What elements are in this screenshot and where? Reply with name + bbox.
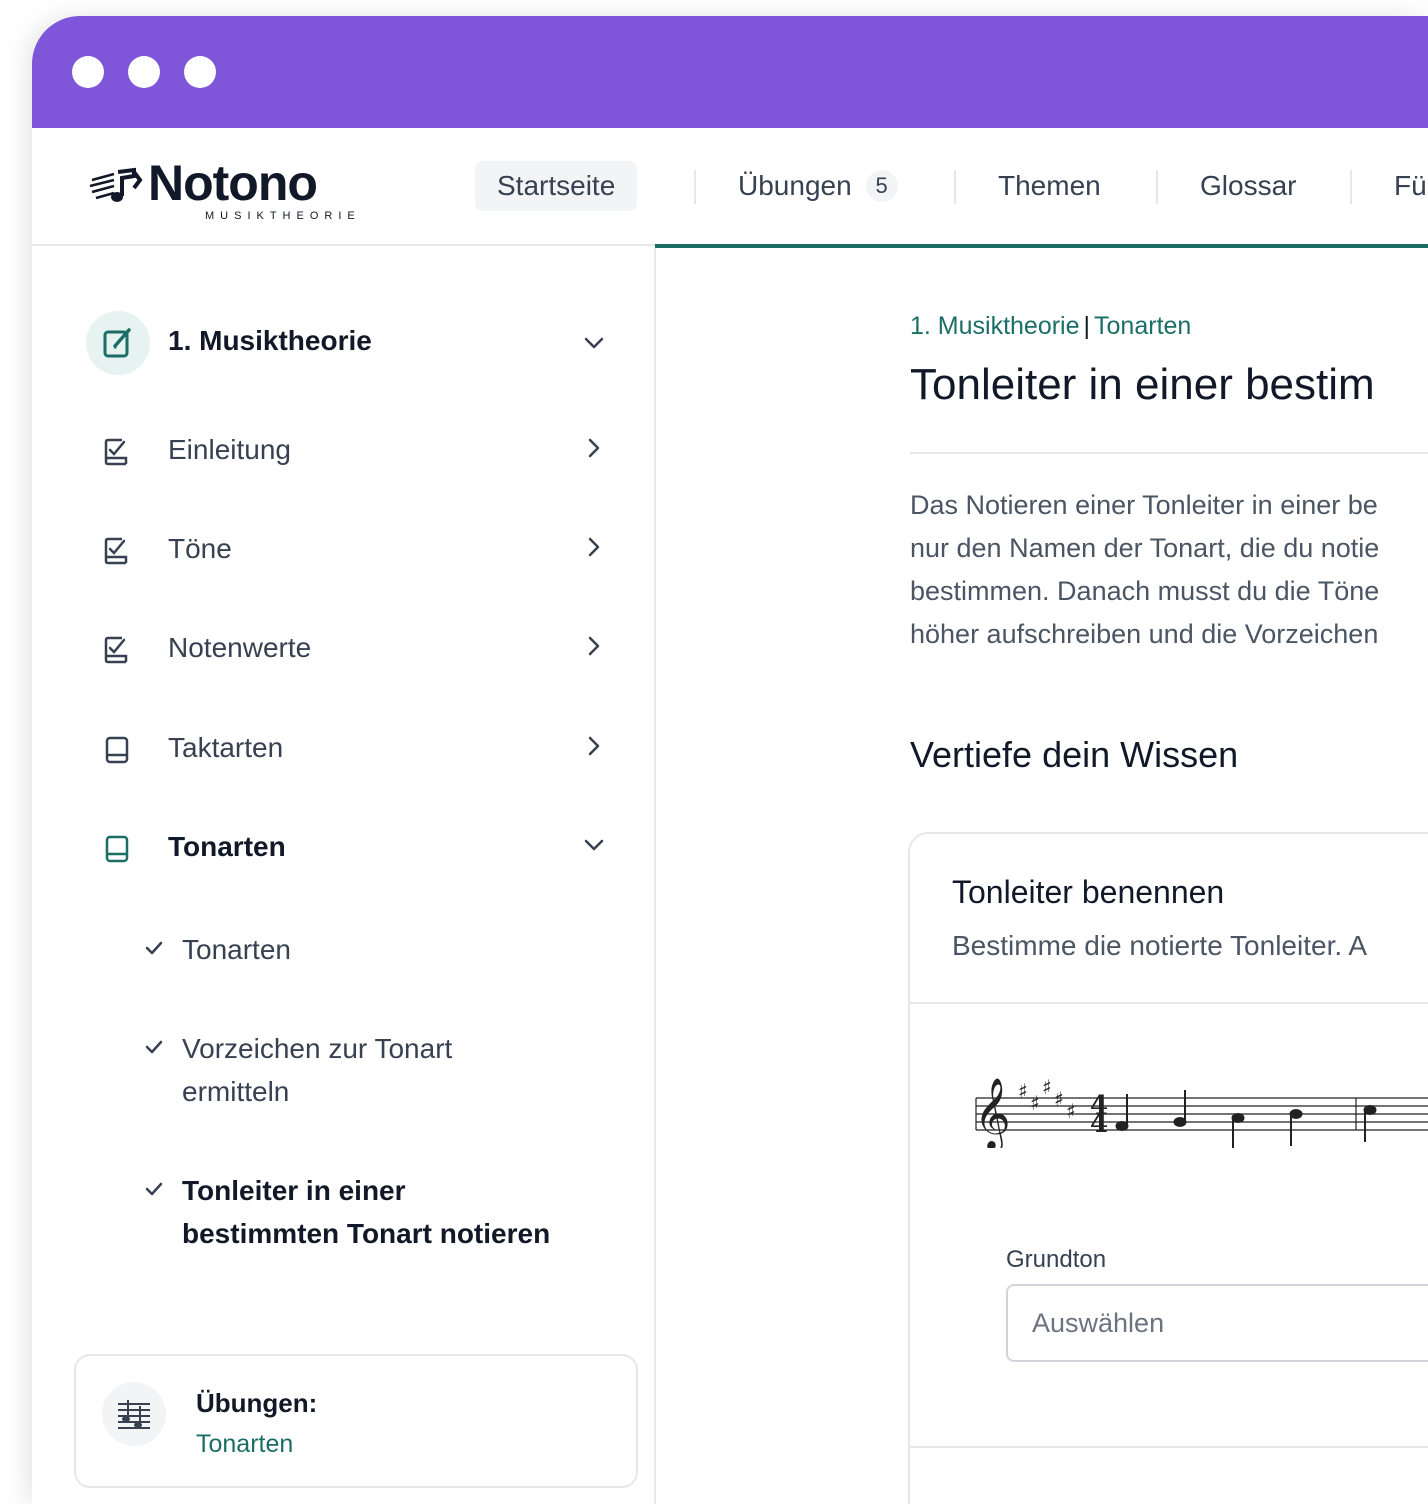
svg-text:♯: ♯ <box>1030 1091 1040 1115</box>
breadcrumb-tonarten[interactable]: Tonarten <box>1094 312 1191 340</box>
svg-text:♯: ♯ <box>1054 1087 1064 1111</box>
nav-label: Fü <box>1394 170 1427 201</box>
edit-icon <box>86 311 150 375</box>
main-content: 1. Musiktheorie | Tonarten Tonleiter in ei… <box>658 248 1428 1504</box>
exercise-card: Tonleiter benennen Bestimme die notierte… <box>908 832 1428 1504</box>
music-note-logo-icon <box>89 167 143 202</box>
paragraph-line: Das Notieren einer Tonleiter in einer be <box>910 490 1378 520</box>
sidebar-subitem-label: Tonleiter in einer bestimmten Tonart not… <box>182 1175 551 1249</box>
divider <box>910 1446 1428 1448</box>
sidebar: 1. Musiktheorie Einleitung Töne Notenwer… <box>32 248 656 1504</box>
logo-tagline: MUSIKTHEORIE <box>205 210 361 222</box>
time-signature: 44 <box>1090 1091 1108 1139</box>
svg-text:♯: ♯ <box>1018 1079 1028 1103</box>
chevron-right-icon <box>588 636 600 656</box>
key-signature-sharps: ♯ ♯♯ ♯ ♯ <box>1018 1075 1076 1123</box>
page-title: Tonleiter in einer bestim <box>910 360 1375 409</box>
window-dot-minimize[interactable] <box>128 56 160 88</box>
grundton-label: Grundton <box>1006 1246 1107 1273</box>
top-navigation: Notono MUSIKTHEORIE Startseite Übungen 5… <box>32 128 1428 246</box>
nav-startseite[interactable]: Startseite <box>475 161 638 211</box>
sidebar-item-label: Notenwerte <box>168 632 312 663</box>
scale-notes <box>1115 1090 1377 1148</box>
nav-uebungen[interactable]: Übungen 5 <box>716 161 920 211</box>
paragraph-line: höher aufschreiben und die Vorzeichen <box>910 619 1379 649</box>
sidebar-item-label: Töne <box>168 533 232 564</box>
breadcrumb: 1. Musiktheorie | Tonarten <box>910 312 1191 341</box>
nav-label: Startseite <box>497 170 616 201</box>
exercise-count-badge: 5 <box>865 170 898 202</box>
sidebar-section-title: 1. Musiktheorie <box>168 325 372 356</box>
paragraph-line: bestimmen. Danach musst du die Töne <box>910 576 1380 606</box>
nav-label: Glossar <box>1200 170 1297 201</box>
checklist-icon <box>104 636 128 664</box>
exercise-instruction: Bestimme die notierte Tonleiter. A <box>952 930 1368 961</box>
divider <box>910 1002 1428 1004</box>
checklist-icon <box>104 438 128 466</box>
sidebar-item-label: Einleitung <box>168 434 291 465</box>
sidebar-section-musiktheorie[interactable]: 1. Musiktheorie <box>86 311 606 375</box>
window-titlebar <box>32 16 1428 128</box>
staff-notes-icon <box>102 1382 166 1446</box>
paragraph-line: nur den Namen der Tonart, die du notie <box>910 533 1380 563</box>
window-dot-maximize[interactable] <box>184 56 216 88</box>
sidebar-item-tonarten[interactable]: Tonarten <box>102 825 606 875</box>
chevron-right-icon <box>588 736 600 756</box>
checklist-icon <box>104 537 128 565</box>
nav-more[interactable]: Fü <box>1372 161 1428 211</box>
check-icon <box>145 1040 163 1054</box>
exercise-link-card[interactable]: Übungen: Tonarten <box>74 1354 638 1488</box>
grundton-select[interactable]: Auswählen <box>1006 1284 1428 1362</box>
nav-label: Themen <box>998 170 1101 201</box>
sidebar-item-label: Tonarten <box>168 831 286 862</box>
nav-glossar[interactable]: Glossar <box>1178 161 1318 211</box>
nav-label: Übungen <box>738 170 852 201</box>
chevron-down-icon <box>584 839 604 851</box>
sidebar-subitem-label: Tonarten <box>182 934 291 965</box>
book-icon <box>105 736 129 764</box>
divider <box>910 452 1428 454</box>
browser-window: Notono MUSIKTHEORIE Startseite Übungen 5… <box>32 16 1428 1504</box>
svg-text:♯: ♯ <box>1066 1099 1076 1123</box>
nav-divider <box>954 170 956 204</box>
intro-paragraph: Das Notieren einer Tonleiter in einer be… <box>910 484 1428 656</box>
nav-divider <box>1156 170 1158 204</box>
breadcrumb-musiktheorie[interactable]: 1. Musiktheorie <box>910 312 1080 340</box>
section-heading: Vertiefe dein Wissen <box>910 734 1239 775</box>
sidebar-item-toene[interactable]: Töne <box>102 527 606 577</box>
select-placeholder: Auswählen <box>1032 1308 1165 1338</box>
chevron-right-icon <box>588 537 600 557</box>
chevron-down-icon <box>584 337 604 349</box>
book-icon <box>105 835 129 863</box>
breadcrumb-separator: | <box>1083 312 1091 340</box>
nav-themen[interactable]: Themen <box>976 161 1123 211</box>
sidebar-item-taktarten[interactable]: Taktarten <box>102 726 606 776</box>
sidebar-item-einleitung[interactable]: Einleitung <box>102 428 606 478</box>
logo-name: Notono <box>148 155 318 211</box>
check-icon <box>145 941 163 955</box>
window-dot-close[interactable] <box>72 56 104 88</box>
svg-text:♯: ♯ <box>1042 1075 1052 1099</box>
exercise-card-subtitle: Tonarten <box>196 1430 294 1458</box>
exercise-title: Tonleiter benennen <box>952 874 1225 910</box>
sidebar-subitem-label: Vorzeichen zur Tonart ermitteln <box>182 1033 453 1107</box>
nav-divider <box>1350 170 1352 204</box>
check-icon <box>145 1182 163 1196</box>
treble-clef-icon: 𝄞 <box>974 1076 1011 1148</box>
sidebar-item-notenwerte[interactable]: Notenwerte <box>102 626 606 676</box>
logo[interactable]: Notono MUSIKTHEORIE <box>88 154 355 222</box>
exercise-card-title: Übungen: <box>196 1388 318 1418</box>
music-staff-notation: 𝄞 ♯ ♯♯ ♯ ♯ 44 <box>974 1075 1428 1148</box>
nav-divider <box>694 170 696 204</box>
sidebar-item-label: Taktarten <box>168 732 284 763</box>
chevron-right-icon <box>588 438 600 458</box>
svg-text:4: 4 <box>1090 1109 1108 1139</box>
